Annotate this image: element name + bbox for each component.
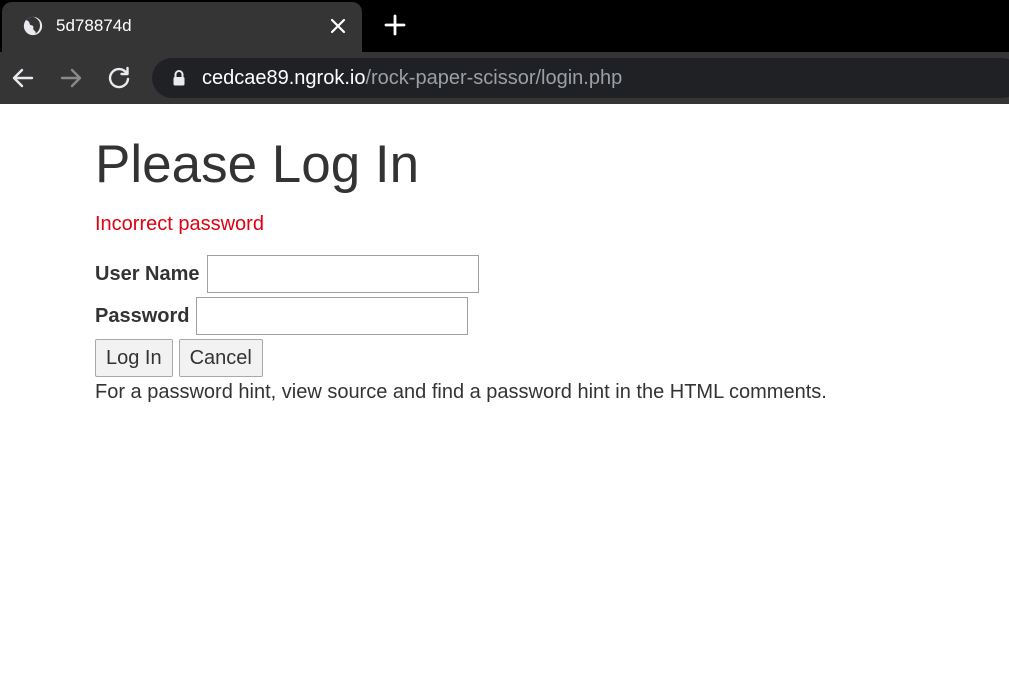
- error-message: Incorrect password: [95, 213, 264, 235]
- tab-title: 5d78874d: [56, 16, 132, 35]
- username-row: User Name: [95, 254, 479, 294]
- login-button[interactable]: Log In: [95, 339, 173, 377]
- password-input[interactable]: [196, 297, 469, 335]
- plus-icon[interactable]: [380, 10, 410, 40]
- url-text: cedcae89.ngrok.io/rock-paper-scissor/log…: [202, 67, 622, 89]
- page-title: Please Log In: [95, 135, 420, 194]
- close-icon[interactable]: [326, 14, 350, 38]
- browser-chrome: 5d78874d cedcae89.ngrok.io/rock-paper-sc…: [0, 0, 1009, 104]
- password-row: Password: [95, 296, 469, 336]
- page-viewport: Please Log In Incorrect password User Na…: [0, 104, 1009, 699]
- username-input[interactable]: [206, 255, 479, 293]
- tab-strip: 5d78874d: [0, 0, 1009, 52]
- form-buttons: Log In Cancel: [95, 339, 269, 377]
- url-path: /rock-paper-scissor/login.php: [365, 67, 623, 89]
- back-arrow-icon[interactable]: [9, 64, 37, 92]
- lock-icon[interactable]: [170, 69, 188, 87]
- browser-tab[interactable]: 5d78874d: [2, 2, 362, 52]
- reload-icon[interactable]: [105, 64, 133, 92]
- password-hint-text: For a password hint, view source and fin…: [95, 381, 827, 403]
- globe-icon: [23, 16, 43, 36]
- password-label: Password: [95, 304, 190, 327]
- url-host: cedcae89.ngrok.io: [202, 67, 366, 89]
- browser-toolbar: cedcae89.ngrok.io/rock-paper-scissor/log…: [0, 52, 1009, 104]
- forward-arrow-icon[interactable]: [57, 64, 85, 92]
- cancel-button[interactable]: Cancel: [178, 339, 263, 377]
- address-bar[interactable]: cedcae89.ngrok.io/rock-paper-scissor/log…: [152, 58, 1009, 98]
- username-label: User Name: [95, 262, 200, 285]
